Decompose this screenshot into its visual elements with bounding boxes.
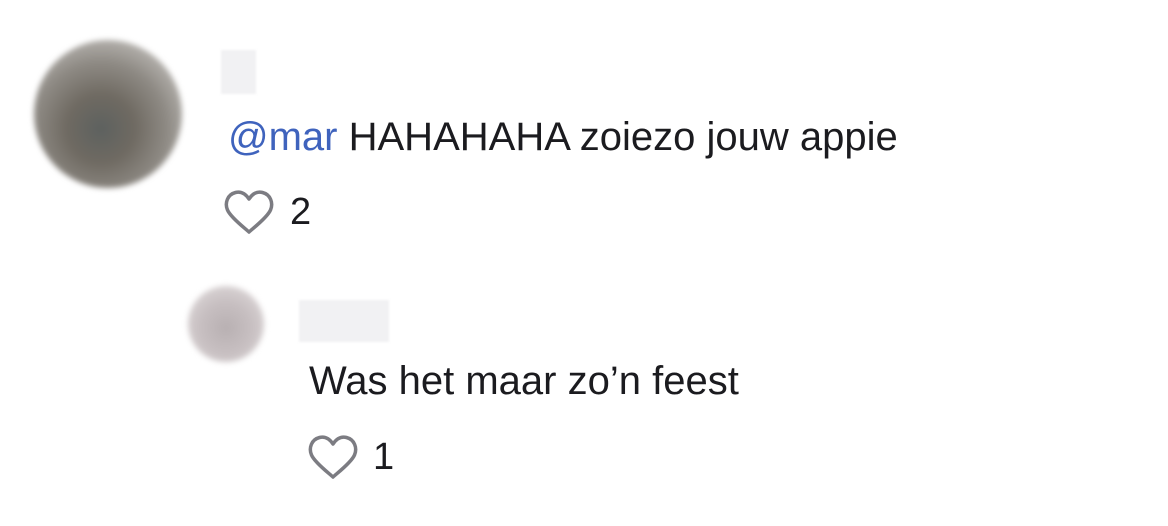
avatar[interactable]	[34, 40, 182, 188]
like-count: 2	[290, 191, 312, 233]
like-button[interactable]: 1	[307, 433, 394, 481]
mention-link[interactable]: @mar	[228, 115, 338, 159]
comment-text: @mar HAHAHAHA zoiezo jouw appie	[228, 113, 898, 161]
avatar[interactable]	[188, 286, 264, 362]
heart-icon[interactable]	[223, 188, 275, 236]
username-redacted[interactable]	[299, 300, 389, 342]
heart-icon[interactable]	[307, 433, 359, 481]
username-redacted[interactable]	[221, 50, 256, 94]
reply-text: Was het maar zo’n feest	[309, 359, 739, 403]
comment-body: HAHAHAHA zoiezo jouw appie	[337, 115, 898, 159]
like-count: 1	[373, 436, 395, 478]
like-button[interactable]: 2	[223, 188, 311, 236]
